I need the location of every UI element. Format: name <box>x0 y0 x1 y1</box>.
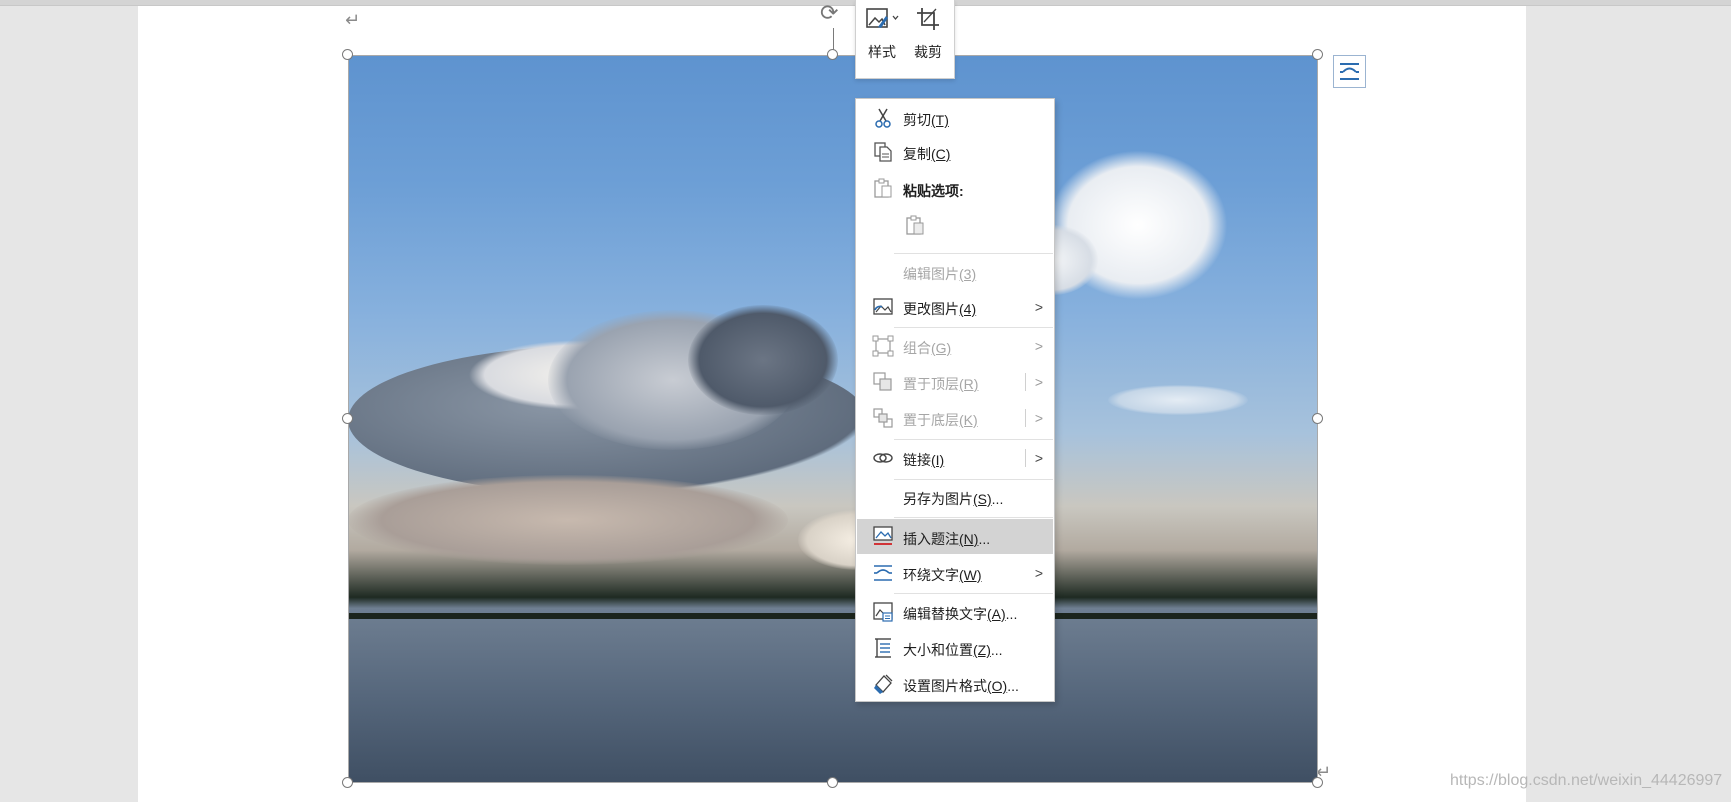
menu-item-label: 置于顶层 <box>903 376 959 392</box>
resize-handle-bottom-right[interactable] <box>1312 777 1323 788</box>
copy-icon <box>874 142 892 162</box>
menu-item-label: 置于底层 <box>903 412 959 428</box>
menu-item-ellipsis: ... <box>1005 606 1018 622</box>
menu-item-ellipsis: ... <box>1007 678 1019 694</box>
selected-picture[interactable] <box>348 55 1318 783</box>
menu-item-accelerator: (A) <box>987 606 1006 622</box>
resize-handle-bottom[interactable] <box>827 777 838 788</box>
resize-handle-right[interactable] <box>1312 413 1323 424</box>
resize-handle-top-left[interactable] <box>342 49 353 60</box>
wrap-text-icon <box>874 565 892 581</box>
menu-item-accelerator: (R) <box>959 376 979 392</box>
submenu-arrow-icon: > <box>1034 338 1043 354</box>
menu-item-label: 更改图片 <box>903 301 959 317</box>
crop-label: 裁剪 <box>914 44 942 60</box>
menu-item-accelerator: (I) <box>931 452 945 468</box>
group-icon <box>872 335 894 357</box>
menu-item-ellipsis: ... <box>991 491 1004 507</box>
menu-item-accelerator: (T) <box>931 112 949 128</box>
rotate-handle-icon[interactable]: ⟳ <box>820 2 838 24</box>
menu-item-save-as-picture[interactable]: 另存为图片(S)... <box>857 481 1053 513</box>
menu-item-accelerator: (4) <box>959 301 977 317</box>
menu-item-accelerator: (N) <box>959 531 979 547</box>
menu-item-group: 组合(G) > <box>857 331 1053 361</box>
submenu-arrow-icon: > <box>1034 410 1043 426</box>
menu-item-cut[interactable]: 剪切(T) <box>857 103 1053 133</box>
menu-item-accelerator: (G) <box>931 340 952 356</box>
menu-item-edit-picture: 编辑图片(3) <box>857 257 1053 287</box>
menu-item-accelerator: (W) <box>959 567 982 583</box>
menu-item-accelerator: (O) <box>987 678 1008 694</box>
menu-item-accelerator: (S) <box>973 491 992 507</box>
menu-item-send-to-back: 置于底层(K) > <box>857 403 1053 433</box>
resize-handle-top-right[interactable] <box>1312 49 1323 60</box>
layout-options-button[interactable] <box>1333 55 1366 88</box>
alt-text-icon <box>873 602 893 622</box>
paste-clipboard-icon <box>906 215 924 235</box>
menu-item-label: 编辑图片 <box>903 266 959 282</box>
submenu-arrow-icon: > <box>1034 299 1043 315</box>
wrap-text-icon <box>1340 63 1359 80</box>
submenu-arrow-icon: > <box>1034 374 1043 390</box>
menu-item-wrap-text[interactable]: 环绕文字(W) > <box>857 556 1053 590</box>
paste-option-keep-format <box>857 210 1053 242</box>
menu-item-accelerator: (Z) <box>973 642 991 658</box>
picture-style-button[interactable]: 样式 <box>859 0 905 78</box>
resize-handle-top[interactable] <box>827 49 838 60</box>
submenu-arrow-icon: > <box>1034 450 1043 466</box>
scissors-icon <box>875 108 891 128</box>
menu-item-label: 编辑替换文字 <box>903 606 987 622</box>
menu-item-label: 环绕文字 <box>903 567 959 583</box>
resize-handle-left[interactable] <box>342 413 353 424</box>
size-position-icon <box>875 638 891 658</box>
menu-item-label: 组合 <box>903 340 931 356</box>
menu-item-label: 剪切 <box>903 112 931 128</box>
clipboard-icon <box>874 178 892 198</box>
link-icon <box>873 453 893 463</box>
menu-item-accelerator: (C) <box>931 146 951 162</box>
menu-item-bring-to-front: 置于顶层(R) > <box>857 367 1053 397</box>
menu-item-ellipsis: ... <box>990 642 1003 658</box>
change-picture-icon <box>873 298 893 315</box>
paste-options-label: 粘贴选项: <box>903 183 964 199</box>
menu-item-label: 链接 <box>903 452 931 468</box>
menu-item-copy[interactable]: 复制(C) <box>857 137 1053 167</box>
insert-caption-icon <box>873 526 893 545</box>
menu-item-link[interactable]: 链接(I) > <box>857 442 1053 474</box>
paragraph-mark: ↵ <box>345 10 361 30</box>
format-picture-icon <box>874 674 893 694</box>
picture-style-label: 样式 <box>868 44 896 60</box>
rotation-stem <box>833 28 834 50</box>
menu-item-accelerator: (3) <box>959 266 977 282</box>
menu-item-insert-caption[interactable]: 插入题注(N)... <box>857 519 1053 554</box>
menu-item-ellipsis: ... <box>978 531 991 547</box>
menu-item-change-picture[interactable]: 更改图片(4) > <box>857 292 1053 322</box>
context-menu: 剪切(T) 复制(C) 粘贴选项: 编辑图片(3) 更改图片(4) > 组合(G… <box>855 98 1055 702</box>
menu-item-label: 复制 <box>903 146 931 162</box>
send-to-back-icon <box>873 408 893 428</box>
menu-item-label: 插入题注 <box>903 531 959 547</box>
menu-item-accelerator: (K) <box>959 412 978 428</box>
menu-item-paste-options: 粘贴选项: <box>857 172 1053 204</box>
watermark: https://blog.csdn.net/weixin_44426997 <box>1450 772 1723 789</box>
menu-item-size-position[interactable]: 大小和位置(Z)... <box>857 631 1053 665</box>
menu-item-label: 大小和位置 <box>903 642 973 658</box>
crop-button[interactable]: 裁剪 <box>905 0 951 78</box>
picture-style-icon <box>866 8 899 28</box>
crop-icon <box>917 8 939 30</box>
submenu-arrow-icon: > <box>1034 565 1043 581</box>
bring-to-front-icon <box>873 372 892 391</box>
resize-handle-bottom-left[interactable] <box>342 777 353 788</box>
mini-toolbar: 样式 裁剪 <box>855 0 955 79</box>
menu-item-label: 设置图片格式 <box>903 678 987 694</box>
menu-item-format-picture[interactable]: 设置图片格式(O)... <box>857 667 1053 701</box>
menu-item-label: 另存为图片 <box>903 491 973 507</box>
menu-item-edit-alt-text[interactable]: 编辑替换文字(A)... <box>857 595 1053 629</box>
